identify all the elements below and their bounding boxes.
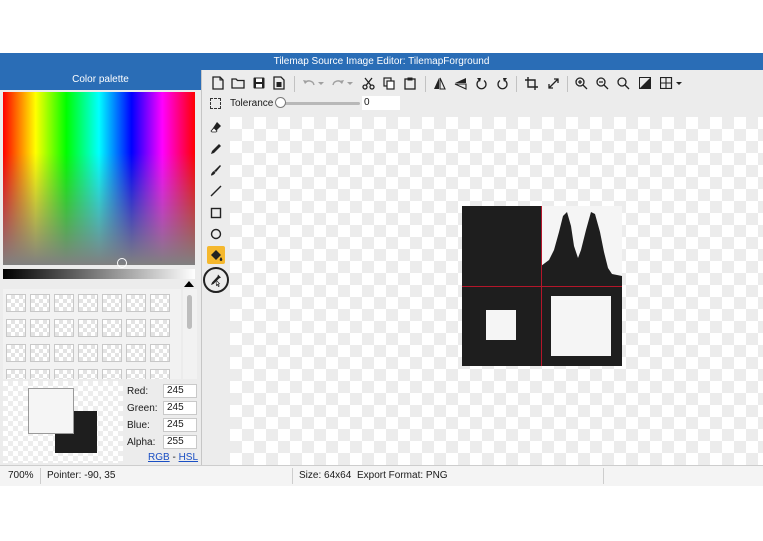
save-icon[interactable] bbox=[251, 74, 267, 92]
color-spectrum[interactable] bbox=[3, 92, 195, 265]
color-swatch[interactable] bbox=[6, 369, 26, 379]
paste-icon[interactable] bbox=[402, 74, 418, 92]
spectrum-picker-handle[interactable] bbox=[117, 258, 127, 268]
tolerance-input[interactable]: 0 bbox=[362, 96, 400, 110]
green-label: Green: bbox=[127, 403, 158, 414]
color-swatch[interactable] bbox=[6, 344, 26, 362]
copy-icon[interactable] bbox=[381, 74, 397, 92]
color-swatch[interactable] bbox=[102, 294, 122, 312]
open-folder-icon[interactable] bbox=[230, 74, 246, 92]
color-swatch[interactable] bbox=[150, 369, 170, 379]
color-swatch[interactable] bbox=[30, 344, 50, 362]
color-swatch[interactable] bbox=[126, 369, 146, 379]
color-swatch[interactable] bbox=[126, 319, 146, 337]
rgb-mode-link[interactable]: RGB bbox=[148, 452, 170, 463]
grid-icon[interactable] bbox=[659, 74, 683, 92]
color-swatch[interactable] bbox=[54, 344, 74, 362]
color-swatch[interactable] bbox=[6, 319, 26, 337]
tolerance-slider[interactable] bbox=[276, 102, 360, 105]
tolerance-label: Tolerance bbox=[230, 98, 274, 109]
tilemap-image[interactable] bbox=[230, 117, 763, 466]
color-swatch[interactable] bbox=[150, 319, 170, 337]
color-swatch[interactable] bbox=[6, 294, 26, 312]
color-swatch[interactable] bbox=[126, 294, 146, 312]
zoom-in-icon[interactable] bbox=[573, 74, 589, 92]
swatch-scrollbar[interactable] bbox=[183, 289, 197, 379]
tilemap-editor-window: Tilemap Source Image Editor: TilemapForg… bbox=[0, 53, 763, 486]
status-bar: 700% Pointer: -90, 35 Size: 64x64 Export… bbox=[0, 465, 763, 486]
color-swatch[interactable] bbox=[102, 369, 122, 379]
flip-horizontal-icon[interactable] bbox=[431, 74, 447, 92]
color-swatch[interactable] bbox=[78, 344, 98, 362]
selection-mode-icon[interactable] bbox=[210, 98, 221, 109]
color-mode-links: RGB - HSL bbox=[148, 452, 198, 463]
color-swatch[interactable] bbox=[30, 319, 50, 337]
color-swatch[interactable] bbox=[54, 294, 74, 312]
color-palette-title: Color palette bbox=[0, 70, 201, 90]
save-as-icon[interactable] bbox=[271, 74, 287, 92]
eraser-icon[interactable] bbox=[207, 118, 225, 136]
brush-icon[interactable] bbox=[207, 161, 225, 179]
alpha-input[interactable]: 255 bbox=[163, 435, 197, 449]
blue-label: Blue: bbox=[127, 420, 150, 431]
contrast-icon[interactable] bbox=[637, 74, 653, 92]
tool-palette bbox=[202, 116, 229, 465]
color-swatch[interactable] bbox=[102, 344, 122, 362]
main-toolbar bbox=[202, 70, 763, 94]
color-swatch-grid bbox=[3, 289, 181, 379]
image-size: Size: 64x64 bbox=[299, 470, 352, 481]
color-swatch[interactable] bbox=[126, 344, 146, 362]
swatch-scrollbar-thumb[interactable] bbox=[187, 295, 192, 329]
zoom-level: 700% bbox=[8, 470, 34, 481]
red-input[interactable]: 245 bbox=[163, 384, 197, 398]
eyedropper-icon[interactable] bbox=[203, 267, 229, 293]
tool-options-bar: Tolerance bbox=[202, 94, 763, 116]
green-input[interactable]: 245 bbox=[163, 401, 197, 415]
rotate-right-icon[interactable] bbox=[494, 74, 510, 92]
color-swatch[interactable] bbox=[150, 344, 170, 362]
rotate-left-icon[interactable] bbox=[473, 74, 489, 92]
color-swatch[interactable] bbox=[78, 294, 98, 312]
brightness-slider[interactable] bbox=[3, 269, 195, 279]
primary-color-swatch[interactable] bbox=[28, 388, 74, 434]
color-swatch[interactable] bbox=[30, 369, 50, 379]
pencil-icon[interactable] bbox=[207, 140, 225, 158]
color-swatch[interactable] bbox=[78, 319, 98, 337]
color-swatch[interactable] bbox=[78, 369, 98, 379]
resize-icon[interactable] bbox=[545, 74, 561, 92]
color-swatch[interactable] bbox=[102, 319, 122, 337]
red-label: Red: bbox=[127, 386, 149, 397]
brightness-marker[interactable] bbox=[184, 281, 194, 287]
zoom-fit-icon[interactable] bbox=[615, 74, 631, 92]
new-file-icon[interactable] bbox=[210, 74, 226, 92]
ellipse-icon[interactable] bbox=[207, 225, 225, 243]
color-swatch[interactable] bbox=[54, 369, 74, 379]
window-title: Tilemap Source Image Editor: TilemapForg… bbox=[0, 53, 763, 70]
color-swatch[interactable] bbox=[150, 294, 170, 312]
alpha-label: Alpha: bbox=[127, 437, 156, 448]
hsl-mode-link[interactable]: HSL bbox=[179, 452, 198, 463]
color-swatch[interactable] bbox=[30, 294, 50, 312]
mode-separator: - bbox=[172, 452, 176, 463]
fill-bucket-icon[interactable] bbox=[207, 246, 225, 264]
blue-input[interactable]: 245 bbox=[163, 418, 197, 432]
rectangle-icon[interactable] bbox=[207, 204, 225, 222]
color-preview bbox=[3, 381, 123, 463]
undo-icon[interactable] bbox=[301, 74, 325, 92]
zoom-out-icon[interactable] bbox=[594, 74, 610, 92]
cut-icon[interactable] bbox=[360, 74, 376, 92]
line-icon[interactable] bbox=[207, 182, 225, 200]
export-format: Export Format: PNG bbox=[357, 470, 448, 481]
crop-icon[interactable] bbox=[523, 74, 539, 92]
pointer-position: Pointer: -90, 35 bbox=[47, 470, 116, 481]
color-swatch[interactable] bbox=[54, 319, 74, 337]
image-canvas[interactable] bbox=[230, 117, 763, 466]
flip-vertical-icon[interactable] bbox=[452, 74, 468, 92]
redo-icon[interactable] bbox=[330, 74, 354, 92]
tolerance-slider-thumb[interactable] bbox=[275, 97, 286, 108]
